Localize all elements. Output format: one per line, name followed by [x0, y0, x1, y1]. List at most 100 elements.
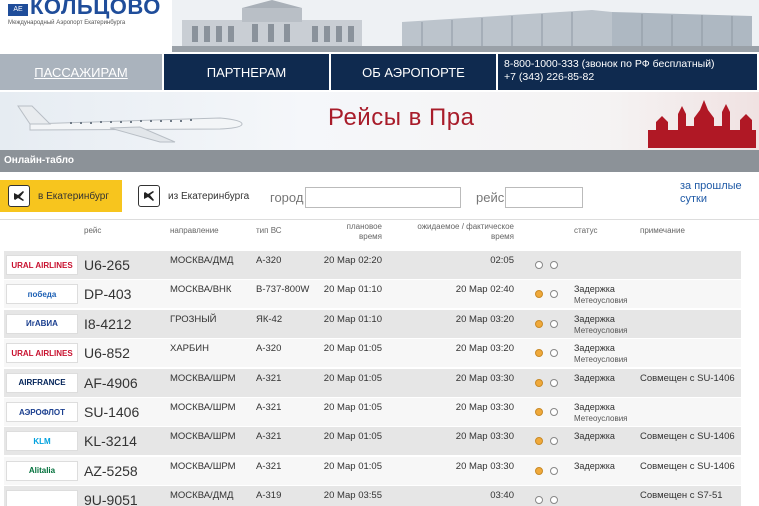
plane-landing-icon: [8, 185, 30, 207]
direction: ГРОЗНЫЙ: [170, 313, 217, 325]
actual-time: 20 Мар 03:30: [455, 431, 514, 443]
nav-partners[interactable]: ПАРТНЕРАМ: [164, 54, 329, 90]
planned-time: 20 Мар 01:10: [323, 313, 382, 325]
note: Совмещен с SU-1406: [640, 460, 735, 472]
aircraft-type: А-319: [256, 490, 282, 502]
flight-row[interactable]: 9U-9051 МОСКВА/ДМД А-319 20 Мар 03:55 03:40 С…: [4, 486, 741, 506]
status-indicator: [550, 437, 558, 446]
flight-row[interactable]: KLM KL-3214 МОСКВА/ШРМ А-321 20 Мар 01:05 20 …: [4, 427, 741, 457]
status-reason: Метеоусловия: [574, 414, 628, 423]
status-indicator: [535, 466, 543, 475]
status: Задержка: [574, 373, 615, 384]
flight-number[interactable]: U6-265: [84, 257, 130, 273]
status-indicator: [535, 349, 543, 358]
flight-row[interactable]: URAL AIRLINES U6-852 ХАРБИН А-320 20 Мар 01:…: [4, 339, 741, 369]
status: Задержка: [574, 461, 615, 472]
actual-time: 20 Мар 03:30: [455, 460, 514, 472]
logo-text: КОЛЬЦОВО: [30, 0, 161, 19]
airline-logo: URAL AIRLINES: [6, 255, 78, 275]
status-text: Задержка: [574, 402, 615, 412]
flight-number[interactable]: KL-3214: [84, 433, 137, 449]
flight-row[interactable]: AIRFRANCE AF-4906 МОСКВА/ШРМ А-321 20 Мар 01…: [4, 368, 741, 398]
nav-about[interactable]: ОБ АЭРОПОРТЕ: [331, 54, 496, 90]
flight-row[interactable]: Alitalia AZ-5258 МОСКВА/ШРМ А-321 20 Мар 01:…: [4, 456, 741, 486]
prague-skyline-image: [648, 100, 756, 148]
status: Задержка Метеоусловия: [574, 284, 628, 306]
arrivals-tab[interactable]: в Екатеринбург: [0, 180, 122, 212]
status-indicator: [535, 437, 543, 446]
airline-logo: AIRFRANCE: [6, 372, 78, 393]
status-text: Задержка: [574, 313, 615, 324]
flight-row[interactable]: URAL AIRLINES U6-265 МОСКВА/ДМД А-320 20 Мар…: [4, 251, 741, 280]
flight-number[interactable]: U6-852: [84, 345, 130, 361]
flight-number[interactable]: I8-4212: [84, 316, 131, 332]
direction: МОСКВА/ШРМ: [170, 402, 236, 413]
direction: МОСКВА/ВНК: [170, 284, 232, 296]
board-title: Онлайн-табло: [0, 150, 759, 172]
flight-number[interactable]: AZ-5258: [84, 463, 138, 479]
status-indicator: [535, 319, 543, 328]
col-expected-line2: время: [491, 232, 514, 241]
actual-time: 02:05: [490, 255, 514, 266]
direction: МОСКВА/ШРМ: [170, 460, 236, 472]
past-day-link[interactable]: за прошлые сутки: [680, 180, 742, 206]
plane-takeoff-icon: [138, 185, 160, 207]
flight-number[interactable]: AF-4906: [84, 375, 138, 391]
actual-time: 20 Мар 03:20: [455, 313, 514, 325]
status-text: Задержка: [574, 372, 615, 383]
flight-row[interactable]: победа DP-403 МОСКВА/ВНК B-737-800W 20 Мар 0…: [4, 280, 741, 310]
status: Задержка Метеоусловия: [574, 314, 628, 336]
status-text: Задержка: [574, 284, 615, 295]
terminal-illustration: [172, 0, 759, 52]
planned-time: 20 Мар 03:55: [323, 490, 382, 502]
col-note: примечание: [640, 226, 685, 235]
promo-banner[interactable]: Рейсы в Пра: [0, 92, 759, 150]
status-indicator: [550, 408, 558, 416]
flight-label: рейс: [476, 190, 505, 205]
aircraft-type: А-321: [256, 402, 282, 413]
airport-logo[interactable]: АЕ КОЛЬЦОВО Международный Аэропорт Екате…: [4, 0, 172, 26]
col-flight: рейс: [84, 226, 102, 235]
airline-logo: URAL AIRLINES: [6, 343, 78, 364]
flight-number[interactable]: SU-1406: [84, 404, 139, 420]
flight-row[interactable]: АЭРОФЛОТ SU-1406 МОСКВА/ШРМ А-321 20 Мар 01:…: [4, 398, 741, 427]
flight-input[interactable]: [505, 187, 583, 208]
status-indicator: [535, 496, 543, 505]
col-expected: ожидаемое / фактическое время: [400, 222, 514, 242]
col-planned-line2: время: [359, 232, 382, 241]
status-reason: Метеоусловия: [574, 325, 628, 335]
direction: ХАРБИН: [170, 343, 209, 355]
status: Задержка: [574, 431, 615, 442]
status-text: Задержка: [574, 343, 615, 354]
planned-time: 20 Мар 01:05: [323, 431, 382, 443]
aircraft-type: B-737-800W: [256, 284, 310, 296]
past-link-line1: за прошлые: [680, 180, 742, 192]
col-expected-line1: ожидаемое / фактическое: [417, 222, 514, 231]
aircraft-type: А-321: [256, 460, 282, 472]
col-status: статус: [574, 226, 598, 235]
direction: МОСКВА/ШРМ: [170, 372, 236, 384]
aircraft-type: А-321: [256, 372, 282, 384]
main-nav: ПАССАЖИРАМ ПАРТНЕРАМ ОБ АЭРОПОРТЕ 8-800-…: [0, 54, 759, 92]
note: Совмещен с SU-1406: [640, 372, 735, 384]
aircraft-type: А-320: [256, 255, 282, 266]
flight-row[interactable]: ИrАВИА I8-4212 ГРОЗНЫЙ ЯК-42 20 Мар 01:10 20 …: [4, 309, 741, 339]
logo-mark: АЕ: [8, 4, 28, 16]
status-indicator: [550, 496, 558, 505]
status: Задержка Метеоусловия: [574, 343, 628, 365]
status-reason: Метеоусловия: [574, 296, 628, 306]
past-link-line2: сутки: [680, 193, 707, 205]
city-input[interactable]: [305, 187, 461, 208]
city-label: город: [270, 190, 304, 205]
flight-number[interactable]: 9U-9051: [84, 492, 138, 506]
phone-free: 8-800-1000-333 (звонок по РФ бесплатный): [504, 58, 715, 70]
planned-time: 20 Мар 01:05: [323, 372, 382, 384]
flight-number[interactable]: DP-403: [84, 286, 131, 302]
status-indicator: [550, 319, 558, 328]
direction: МОСКВА/ДМД: [170, 490, 234, 502]
status-indicator: [550, 290, 558, 299]
departures-tab[interactable]: из Екатеринбурга: [138, 180, 249, 212]
logo-subtitle: Международный Аэропорт Екатеринбурга: [8, 20, 126, 26]
status-text: Задержка: [574, 431, 615, 442]
nav-passengers[interactable]: ПАССАЖИРАМ: [0, 54, 162, 90]
